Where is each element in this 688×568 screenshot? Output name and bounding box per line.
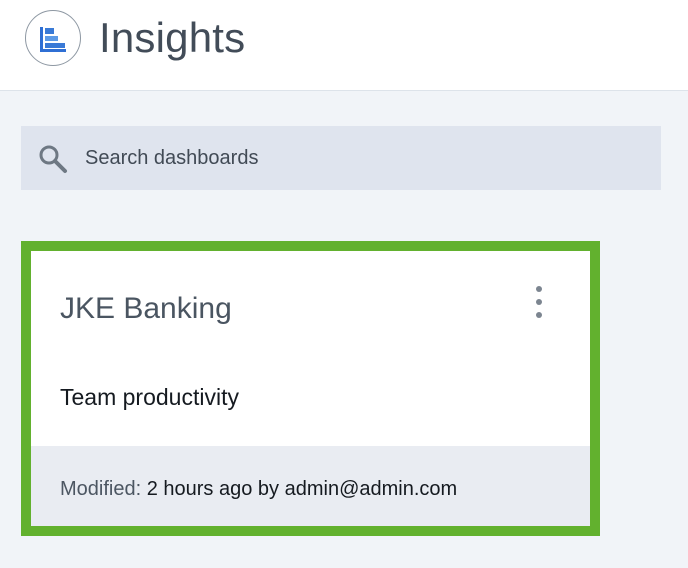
- dashboard-description: Team productivity: [60, 384, 239, 410]
- app-logo[interactable]: [25, 10, 81, 66]
- kebab-menu-icon[interactable]: [528, 283, 550, 327]
- page-title: Insights: [99, 14, 246, 61]
- dashboard-title[interactable]: JKE Banking: [60, 291, 232, 327]
- dashboard-footer: Modified: 2 hours ago by admin@admin.com: [31, 446, 590, 526]
- search-input[interactable]: [85, 126, 645, 190]
- modified-value: 2 hours ago by admin@admin.com: [146, 478, 458, 500]
- bar-chart-icon: [40, 27, 66, 52]
- search-bar[interactable]: [21, 126, 661, 190]
- dashboard-card[interactable]: JKE Banking Team productivity Modified: …: [21, 241, 600, 536]
- app-header: Insights: [0, 0, 688, 91]
- search-icon: [39, 145, 67, 173]
- modified-label: Modified:: [60, 478, 142, 500]
